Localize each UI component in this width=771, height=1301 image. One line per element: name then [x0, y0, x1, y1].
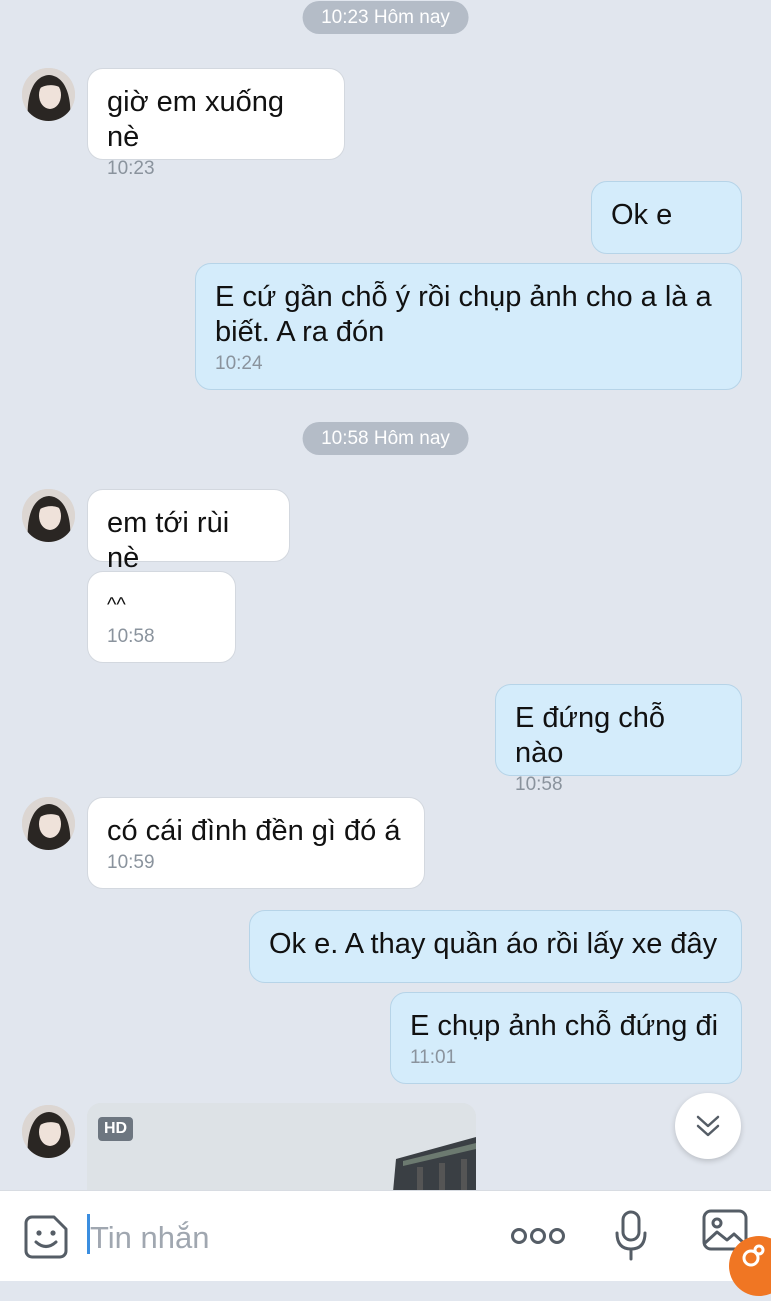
- message-text: E cứ gần chỗ ý rồi chụp ảnh cho a là a b…: [215, 281, 712, 348]
- message-time: 10:58: [515, 774, 563, 795]
- message-text: giờ em xuống nè: [107, 86, 285, 153]
- message-text: ^^: [107, 594, 126, 616]
- scroll-to-bottom-button[interactable]: [675, 1093, 741, 1159]
- message-bubble-outgoing[interactable]: E đứng chỗ nào 10:58: [495, 684, 742, 795]
- time-divider: 10:58 Hôm nay: [302, 422, 469, 455]
- image-message[interactable]: HD: [87, 1103, 476, 1190]
- message-bubble-incoming[interactable]: ^^ 10:58: [87, 571, 236, 663]
- avatar-photo-icon: [22, 797, 75, 850]
- link-icon: [742, 1244, 765, 1267]
- message-bubble-incoming[interactable]: có cái đình đền gì đó á 10:59: [87, 797, 425, 889]
- message-time: 10:58: [107, 626, 155, 647]
- floating-app-badge[interactable]: [729, 1236, 771, 1296]
- contact-avatar[interactable]: [22, 1105, 75, 1158]
- avatar-photo-icon: [22, 1105, 75, 1158]
- message-input[interactable]: [90, 1218, 470, 1258]
- message-bubble-outgoing[interactable]: Ok e. A thay quần áo rồi lấy xe đây: [249, 910, 742, 983]
- more-dots-icon: [511, 1228, 565, 1244]
- voice-message-button[interactable]: [613, 1207, 649, 1263]
- avatar-photo-icon: [22, 68, 75, 121]
- sticker-button[interactable]: [22, 1213, 70, 1261]
- message-bubble-incoming[interactable]: em tới rùi nè: [87, 489, 290, 574]
- microphone-icon: [615, 1210, 647, 1261]
- message-bubble-outgoing[interactable]: Ok e: [591, 181, 742, 254]
- message-text: Ok e: [611, 199, 673, 231]
- message-text: E chụp ảnh chỗ đứng đi: [410, 1010, 719, 1042]
- smiley-sticker-icon: [24, 1215, 68, 1259]
- message-text: Ok e. A thay quần áo rồi lấy xe đây: [269, 928, 718, 960]
- message-text: E đứng chỗ nào: [515, 702, 666, 769]
- message-time: 10:23: [107, 158, 155, 179]
- message-bubble-incoming[interactable]: giờ em xuống nè 10:23: [87, 68, 345, 179]
- message-bubble-outgoing[interactable]: E cứ gần chỗ ý rồi chụp ảnh cho a là a b…: [195, 263, 742, 390]
- composer-bar: [0, 1190, 771, 1281]
- contact-avatar[interactable]: [22, 68, 75, 121]
- hd-badge: HD: [98, 1117, 134, 1141]
- contact-avatar[interactable]: [22, 489, 75, 542]
- message-text: em tới rùi nè: [107, 507, 230, 574]
- time-divider: 10:23 Hôm nay: [302, 1, 469, 34]
- double-chevron-down-icon: [696, 1115, 720, 1137]
- message-bubble-outgoing[interactable]: E chụp ảnh chỗ đứng đi 11:01: [390, 992, 742, 1084]
- avatar-photo-icon: [22, 489, 75, 542]
- contact-avatar[interactable]: [22, 797, 75, 850]
- photo-thumbnail: [87, 1103, 476, 1190]
- chat-area[interactable]: 10:23 Hôm nay giờ em xuống nè 10:23 Ok e…: [0, 0, 771, 1190]
- message-text: có cái đình đền gì đó á: [107, 815, 401, 847]
- more-options-button[interactable]: [510, 1221, 566, 1251]
- message-time: 10:59: [107, 852, 155, 873]
- message-time: 11:01: [410, 1047, 457, 1068]
- message-time: 10:24: [215, 353, 263, 374]
